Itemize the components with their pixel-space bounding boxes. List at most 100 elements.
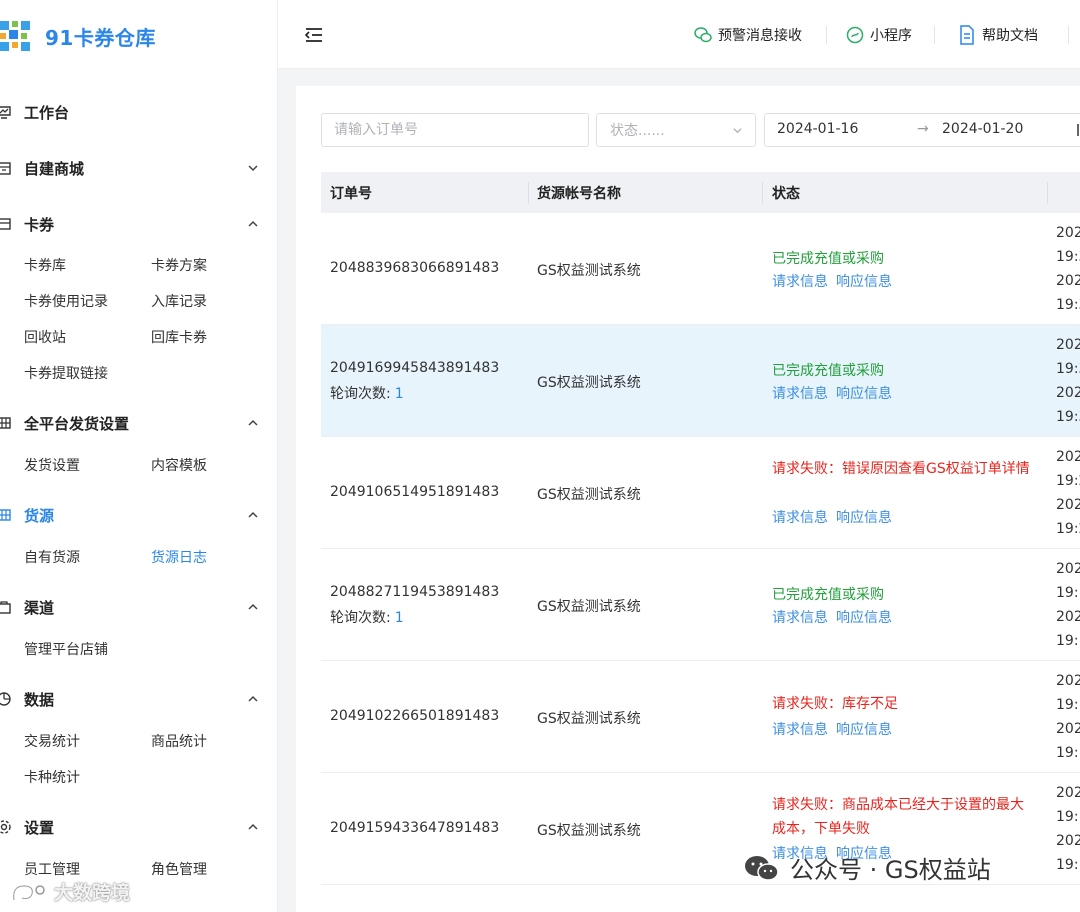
help-docs-link[interactable]: 帮助文档 — [958, 24, 1038, 46]
sidebar-item-card-library[interactable]: 卡券库 — [24, 255, 66, 275]
menu-settings: 设置 — [0, 813, 277, 841]
response-info-link[interactable]: 响应信息 — [836, 386, 892, 402]
status-text: 已完成充值或采购 — [772, 363, 884, 379]
time-cell: 20219:120219:1 — [1056, 673, 1080, 761]
sidebar-item-own-supply[interactable]: 自有货源 — [24, 547, 80, 567]
row-links: 请求信息 响应信息 — [772, 607, 900, 627]
menu-data: 数据 — [0, 685, 277, 713]
menu-delivery: 全平台发货设置 — [0, 409, 277, 437]
time-cell: 20219:320219:3 — [1056, 337, 1080, 425]
menu-head-delivery[interactable]: 全平台发货设置 — [0, 409, 277, 437]
source-account: GS权益测试系统 — [537, 599, 641, 615]
sidebar-item-manage-shops[interactable]: 管理平台店铺 — [24, 639, 108, 659]
sidebar-item-card-usage[interactable]: 卡券使用记录 — [24, 291, 108, 311]
time-cell: 20219:220219:2 — [1056, 449, 1080, 537]
pie-icon — [0, 692, 11, 706]
poll-count: 轮询次数: 1 — [330, 610, 404, 626]
chevron-down-icon — [248, 165, 258, 172]
divider — [826, 26, 827, 44]
response-info-link[interactable]: 响应信息 — [836, 610, 892, 626]
divider — [934, 26, 935, 44]
menu-head-channel[interactable]: 渠道 — [0, 593, 277, 621]
column-status: 状态 — [772, 186, 800, 202]
menu-cards: 卡券 — [0, 210, 277, 238]
request-info-link[interactable]: 请求信息 — [772, 510, 828, 526]
response-info-link[interactable]: 响应信息 — [836, 722, 892, 738]
table-row[interactable]: 2049106514951891483 GS权益测试系统 请求失败：错误原因查看… — [321, 437, 1080, 549]
menu-head-cards[interactable]: 卡券 — [0, 210, 277, 238]
brand[interactable]: 91卡券仓库 — [0, 18, 156, 54]
brand-logo-icon — [0, 21, 30, 51]
source-account: GS权益测试系统 — [537, 263, 641, 279]
menu-store: 自建商城 — [0, 154, 277, 182]
order-number-input[interactable] — [321, 113, 589, 147]
sidebar: 91卡券仓库 工作台 自建商城 卡券 卡券库 卡券方案 卡券使用记录 入库记录 … — [0, 0, 278, 912]
chevron-up-icon — [248, 419, 258, 426]
sidebar-item-staff[interactable]: 员工管理 — [24, 859, 80, 879]
sidebar-item-cardtype-stats[interactable]: 卡种统计 — [24, 767, 80, 787]
menu-head-data[interactable]: 数据 — [0, 685, 277, 713]
sidebar-item-trade-stats[interactable]: 交易统计 — [24, 731, 80, 751]
status-select[interactable]: 状态...... — [596, 113, 756, 147]
sidebar-item-return-cards[interactable]: 回库卡券 — [151, 327, 207, 347]
table-row[interactable]: 2049169945843891483 轮询次数: 1 GS权益测试系统 已完成充… — [321, 325, 1080, 437]
chevron-up-icon — [248, 823, 258, 830]
response-info-link[interactable]: 响应信息 — [836, 274, 892, 290]
request-info-link[interactable]: 请求信息 — [772, 274, 828, 290]
status-text: 请求失败：商品成本已经大于设置的最大成本，下单失败 — [772, 797, 1024, 837]
source-account: GS权益测试系统 — [537, 375, 641, 391]
order-number: 2048839683066891483 — [330, 260, 500, 276]
menu-channel: 渠道 — [0, 593, 277, 621]
range-arrow: → — [917, 121, 929, 137]
table-header: 订单号 货源帐号名称 状态 — [321, 172, 1080, 213]
sidebar-item-card-plan[interactable]: 卡券方案 — [151, 255, 207, 275]
status-text: 已完成充值或采购 — [772, 587, 884, 603]
table-row[interactable]: 2049102266501891483 GS权益测试系统 请求失败：库存不足 请… — [321, 661, 1080, 773]
order-number: 2049106514951891483 — [330, 484, 500, 500]
status-text: 请求失败：库存不足 — [772, 696, 898, 712]
row-links: 请求信息 响应信息 — [772, 719, 900, 739]
menu-head-settings[interactable]: 设置 — [0, 813, 277, 841]
watermark-right: 公众号 · GS权益站 — [744, 850, 991, 885]
chevron-up-icon — [248, 220, 258, 227]
alert-message-link[interactable]: 预警消息接收 — [694, 24, 802, 46]
end-date: 2024-01-20 — [942, 121, 1024, 137]
gear-icon — [0, 820, 11, 834]
request-info-link[interactable]: 请求信息 — [772, 722, 828, 738]
sidebar-item-content-template[interactable]: 内容模板 — [151, 455, 207, 475]
source-account: GS权益测试系统 — [537, 823, 641, 839]
sidebar-item-product-stats[interactable]: 商品统计 — [151, 731, 207, 751]
table-row[interactable]: 2048827119453891483 轮询次数: 1 GS权益测试系统 已完成充… — [321, 549, 1080, 661]
menu-collapse-icon[interactable] — [304, 26, 324, 44]
date-range-picker[interactable]: 2024-01-16 → 2024-01-20 — [764, 113, 1080, 147]
order-number: 2049159433647891483 — [330, 820, 500, 836]
mini-program-icon — [846, 26, 864, 44]
sidebar-item-roles[interactable]: 角色管理 — [151, 859, 207, 879]
topbar: 预警消息接收 小程序 帮助文档 — [278, 0, 1080, 69]
column-source-account: 货源帐号名称 — [537, 186, 621, 202]
request-info-link[interactable]: 请求信息 — [772, 610, 828, 626]
row-links: 请求信息 响应信息 — [772, 507, 900, 527]
order-number: 2049102266501891483 — [330, 708, 500, 724]
time-cell: 20219:120219:1 — [1056, 561, 1080, 649]
sidebar-item-stock-in[interactable]: 入库记录 — [151, 291, 207, 311]
table-row[interactable]: 2048839683066891483 GS权益测试系统 已完成充值或采购 请求… — [321, 213, 1080, 325]
sidebar-item-supply-log[interactable]: 货源日志 — [151, 547, 207, 567]
chevron-up-icon — [248, 603, 258, 610]
sidebar-item-recycle[interactable]: 回收站 — [24, 327, 66, 347]
document-icon — [960, 25, 974, 45]
time-cell: 20219:320219:3 — [1056, 225, 1080, 313]
column-divider — [762, 182, 763, 204]
request-info-link[interactable]: 请求信息 — [772, 386, 828, 402]
menu-head-supply[interactable]: 货源 — [0, 501, 277, 529]
card-icon — [0, 218, 11, 230]
order-number: 2049169945843891483 — [330, 360, 500, 376]
sidebar-item-delivery-settings[interactable]: 发货设置 — [24, 455, 80, 475]
menu-head-store[interactable]: 自建商城 — [0, 154, 277, 182]
sidebar-item-extract-link[interactable]: 卡券提取链接 — [24, 363, 108, 383]
brand-title: 91卡券仓库 — [45, 25, 156, 50]
chevron-up-icon — [248, 511, 258, 518]
menu-head-workbench[interactable]: 工作台 — [0, 98, 277, 126]
mini-program-link[interactable]: 小程序 — [846, 24, 912, 46]
response-info-link[interactable]: 响应信息 — [836, 510, 892, 526]
